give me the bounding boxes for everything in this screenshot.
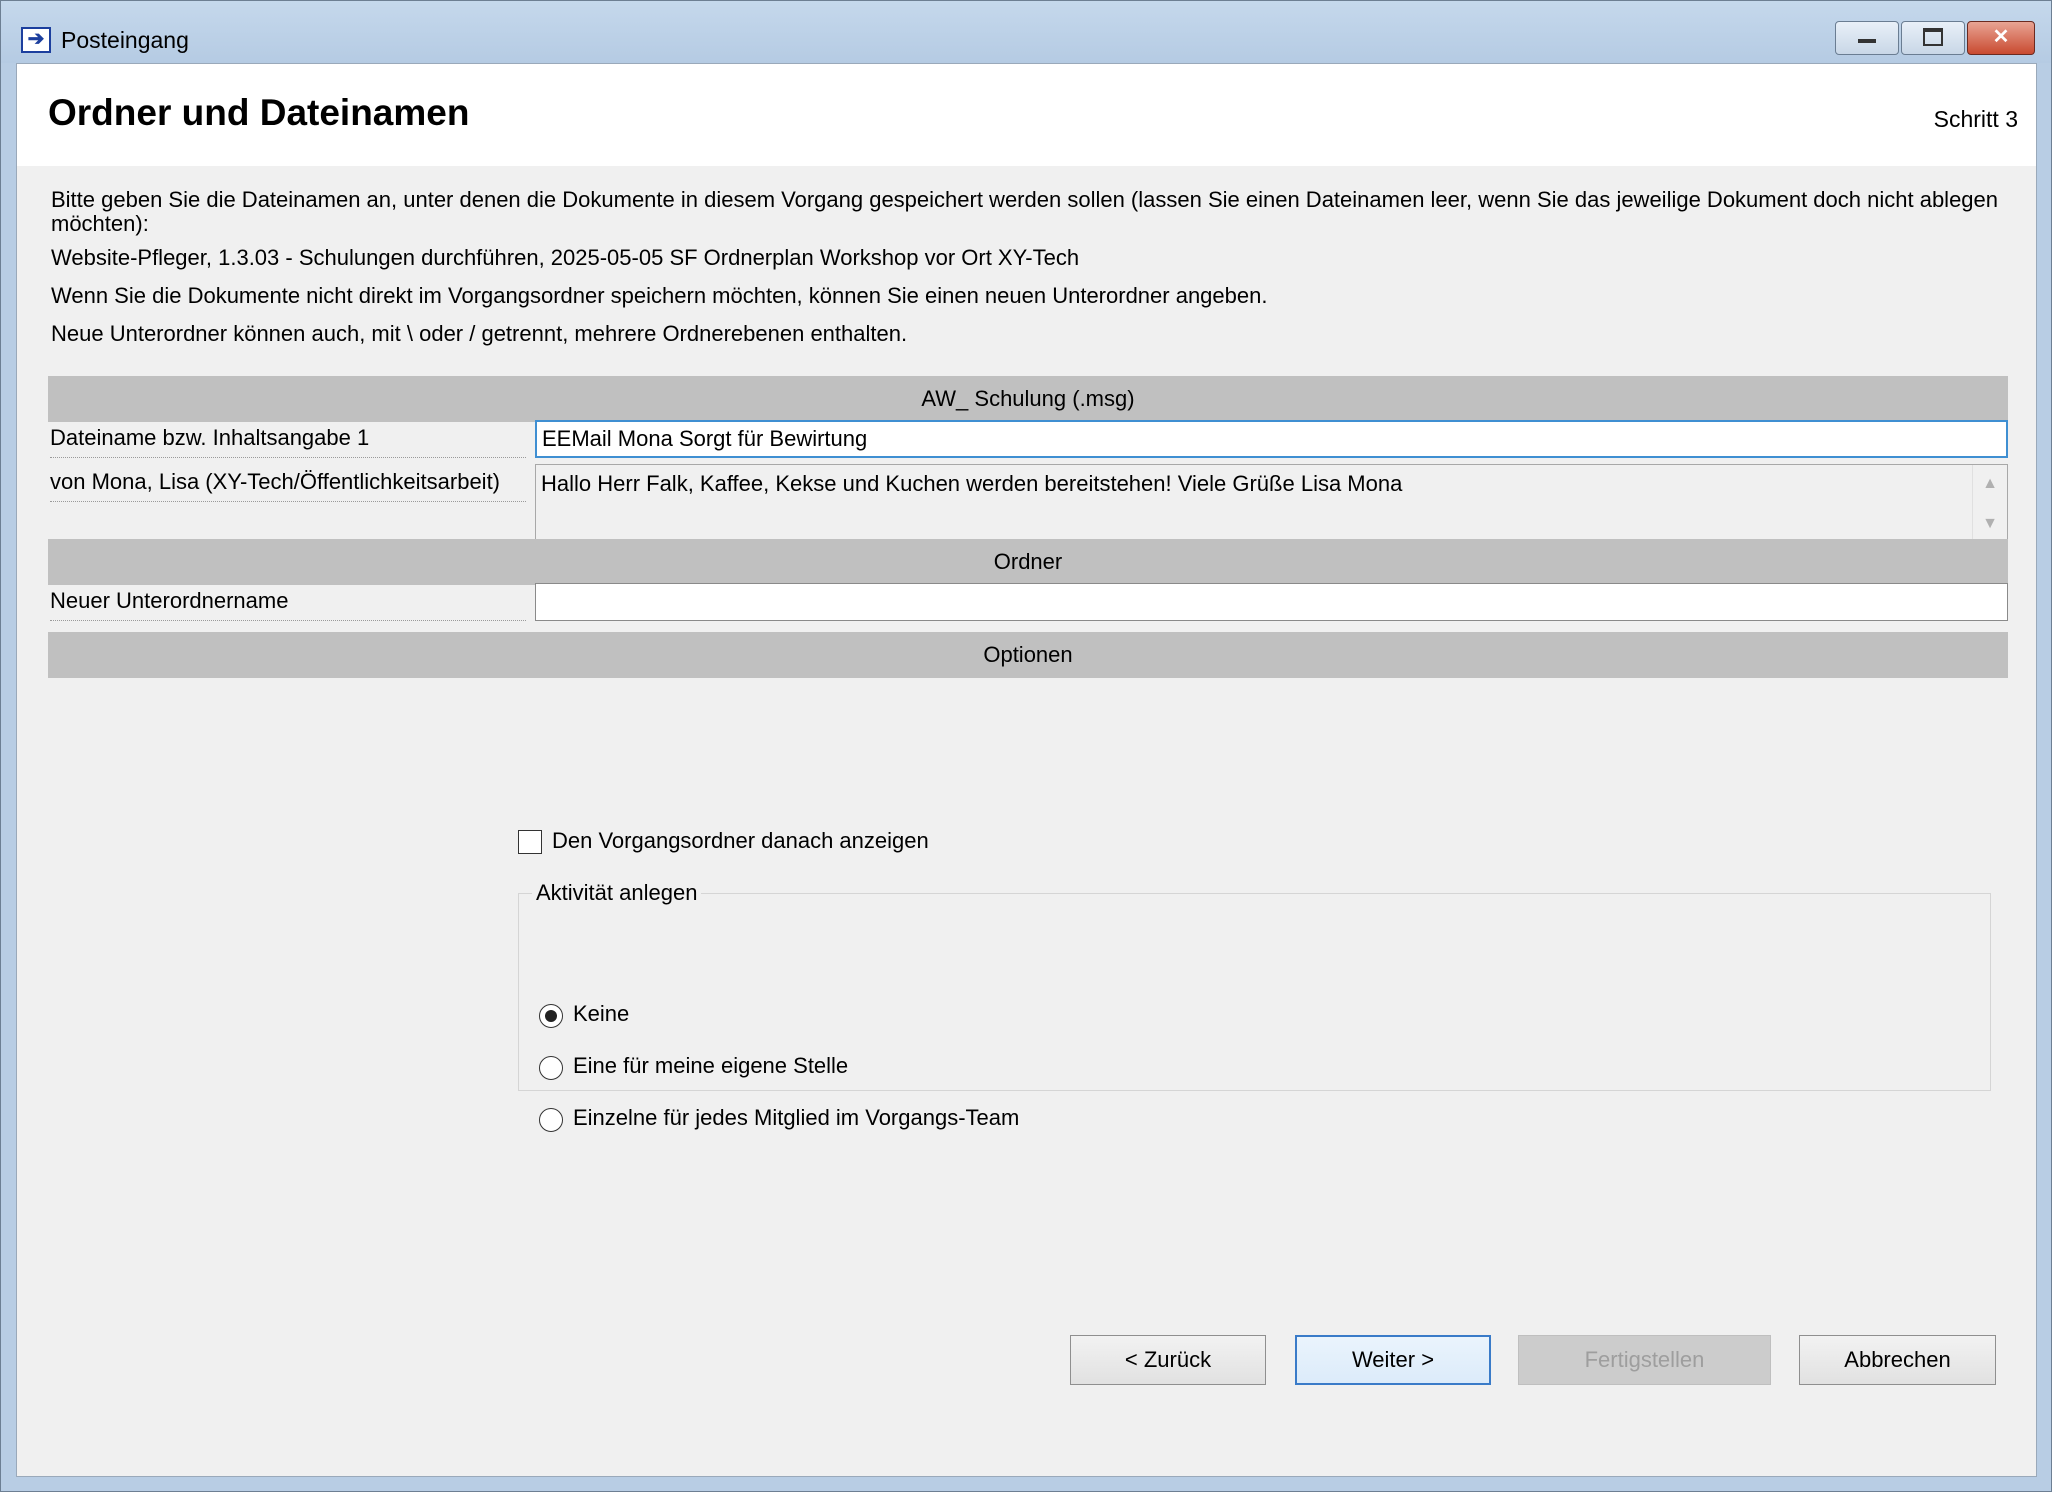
next-button[interactable]: Weiter > (1295, 1335, 1491, 1385)
close-button[interactable]: ✕ (1967, 21, 2035, 55)
sender-label: von Mona, Lisa (XY-Tech/Öffentlichkeitsa… (50, 469, 526, 502)
folder-section-header: Ordner (48, 539, 2008, 585)
title-bar[interactable]: ➔ Posteingang ✕ (1, 1, 2051, 63)
folder-levels-hint-text: Neue Unterordner können auch, mit \ oder… (51, 321, 908, 346)
wizard-header: Ordner und Dateinamen Schritt 3 (17, 64, 2036, 166)
inbox-arrow-icon: ➔ (21, 27, 51, 53)
activity-radio-own-position[interactable] (539, 1056, 563, 1080)
document-section-header: AW_ Schulung (.msg) (48, 376, 2008, 422)
scroll-down-icon[interactable]: ▼ (1973, 507, 2007, 541)
message-preview-text: Hallo Herr Falk, Kaffee, Kekse und Kuche… (541, 471, 1403, 496)
activity-radio-each-member[interactable] (539, 1108, 563, 1132)
scroll-up-icon[interactable]: ▲ (1973, 467, 2007, 501)
wizard-window: ➔ Posteingang ✕ Ordner und Dateinamen Sc… (0, 0, 2052, 1492)
activity-group-label: Aktivität anlegen (532, 880, 702, 906)
cancel-button[interactable]: Abbrechen (1799, 1335, 1996, 1385)
subfolder-label: Neuer Unterordnername (50, 588, 526, 621)
subfolder-hint-text: Wenn Sie die Dokumente nicht direkt im V… (51, 283, 1268, 308)
back-button[interactable]: < Zurück (1070, 1335, 1266, 1385)
message-preview-box[interactable]: Hallo Herr Falk, Kaffee, Kekse und Kuche… (535, 464, 2008, 544)
activity-radio-own-position-label[interactable]: Eine für meine eigene Stelle (573, 1053, 848, 1079)
filename-input[interactable] (535, 420, 2008, 458)
activity-radio-each-member-label[interactable]: Einzelne für jedes Mitglied im Vorgangs-… (573, 1105, 1019, 1131)
minimize-button[interactable] (1835, 21, 1899, 55)
close-icon: ✕ (1992, 26, 2010, 48)
activity-radio-none-label[interactable]: Keine (573, 1001, 629, 1027)
message-scrollbar[interactable]: ▲ ▼ (1972, 465, 2007, 543)
minimize-icon (1858, 39, 1876, 43)
show-folder-label[interactable]: Den Vorgangsordner danach anzeigen (552, 828, 929, 854)
show-folder-checkbox[interactable] (518, 830, 542, 854)
page-title: Ordner und Dateinamen (48, 92, 470, 133)
options-section-header: Optionen (48, 632, 2008, 678)
activity-radio-none[interactable] (539, 1004, 563, 1028)
instruction-text: Bitte geben Sie die Dateinamen an, unter… (51, 187, 1999, 236)
wizard-client-area: Ordner und Dateinamen Schritt 3 Bitte ge… (16, 63, 2037, 1477)
window-title: Posteingang (61, 27, 189, 53)
maximize-button[interactable] (1901, 21, 1965, 55)
subfolder-input[interactable] (535, 583, 2008, 621)
filename-label: Dateiname bzw. Inhaltsangabe 1 (50, 425, 526, 458)
maximize-icon (1923, 28, 1943, 46)
step-indicator: Schritt 3 (1933, 106, 2018, 132)
finish-button[interactable]: Fertigstellen (1518, 1335, 1771, 1385)
case-path-text: Website-Pfleger, 1.3.03 - Schulungen dur… (51, 245, 1080, 270)
